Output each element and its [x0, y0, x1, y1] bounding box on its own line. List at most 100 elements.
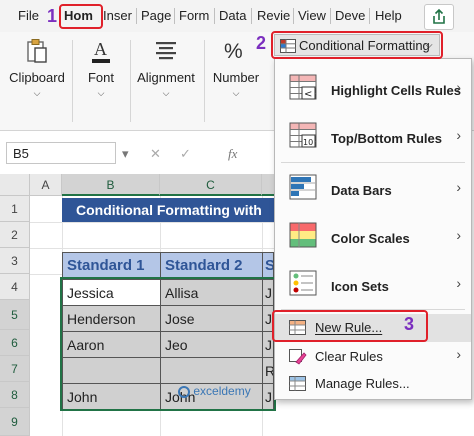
name-box-dropdown-icon[interactable]: ▾ [122, 146, 129, 162]
icon-sets-label: Icon Sets [331, 279, 389, 294]
column-header-c[interactable]: C [160, 174, 262, 196]
font-icon: A [92, 39, 110, 63]
group-separator [72, 40, 73, 122]
svg-text:10: 10 [303, 138, 313, 147]
highlight-conditional-formatting [271, 31, 443, 59]
tab-help[interactable]: Help [375, 6, 402, 26]
header-standard-1[interactable]: Standard 1 [62, 252, 161, 280]
color-scales-icon [289, 222, 317, 248]
tab-separator [136, 8, 137, 24]
clear-rules-icon [289, 349, 307, 365]
chevron-right-icon: › [456, 79, 461, 95]
exceldemy-watermark: exceldemy [178, 384, 251, 398]
step-badge-1: 1 [47, 6, 58, 26]
percent-icon: % [224, 40, 243, 63]
top-bottom-rules-label: Top/Bottom Rules [331, 131, 442, 146]
font-label: Font [87, 70, 114, 85]
row-header[interactable]: 2 [0, 222, 30, 248]
alignment-group[interactable]: Alignment ⌵ [132, 32, 200, 130]
menu-divider [281, 162, 465, 163]
tab-separator [214, 8, 215, 24]
tab-separator [293, 8, 294, 24]
data-bars-icon [289, 174, 317, 200]
icon-sets-icon [289, 270, 317, 296]
data-bars-label: Data Bars [331, 183, 392, 198]
confirm-icon[interactable]: ✓ [180, 146, 191, 162]
chevron-right-icon: › [456, 179, 461, 195]
row-header[interactable]: 7 [0, 356, 30, 382]
tab-data[interactable]: Data [219, 6, 246, 26]
clear-rules-label: Clear Rules [315, 349, 383, 364]
alignment-label: Alignment [137, 70, 195, 85]
chevron-down-icon: ⌵ [232, 88, 240, 98]
tab-page-layout[interactable]: Page [141, 6, 171, 26]
gridline [30, 222, 274, 223]
menu-item-icon-sets[interactable]: Icon Sets › [275, 263, 471, 307]
step-badge-2: 2 [256, 33, 267, 53]
column-header-a[interactable]: A [30, 174, 62, 196]
group-separator [204, 40, 205, 122]
chevron-down-icon: ⌵ [97, 88, 105, 98]
menu-item-top-bottom-rules[interactable]: 10 Top/Bottom Rules › [275, 115, 471, 159]
svg-text:A: A [94, 39, 107, 59]
tab-formulas[interactable]: Form [179, 6, 209, 26]
share-button[interactable] [424, 4, 454, 30]
row-header[interactable]: 5 [0, 300, 30, 330]
row-header[interactable]: 4 [0, 274, 30, 300]
chevron-down-icon: ⌵ [162, 88, 170, 98]
fx-icon[interactable]: fx [228, 146, 237, 162]
tab-developer[interactable]: Deve [335, 6, 365, 26]
tab-separator [251, 8, 252, 24]
column-header-b[interactable]: B [62, 174, 160, 196]
tab-file[interactable]: File [18, 6, 39, 26]
number-label: Number [212, 70, 260, 85]
header-standard-3[interactable]: S [262, 252, 274, 280]
tab-separator [330, 8, 331, 24]
name-box[interactable]: B5 [6, 142, 116, 164]
highlight-cells-icon: < [289, 74, 317, 100]
highlight-home-tab [59, 4, 103, 29]
font-group[interactable]: A Font ⌵ [76, 32, 126, 130]
select-all-corner[interactable] [0, 174, 30, 196]
manage-rules-icon [289, 376, 306, 391]
tab-insert[interactable]: Inser [103, 6, 132, 26]
sheet-title: Conditional Formatting with [62, 198, 302, 222]
chevron-right-icon: › [456, 346, 461, 362]
color-scales-label: Color Scales [331, 231, 410, 246]
chevron-down-icon: ⌵ [33, 88, 41, 98]
row-header[interactable]: 1 [0, 196, 30, 222]
tab-view[interactable]: View [298, 6, 326, 26]
cancel-icon[interactable]: ✕ [150, 146, 161, 162]
menu-item-highlight-cells-rules[interactable]: < Highlight Cells Rules › [275, 67, 471, 111]
menu-item-manage-rules[interactable]: Manage Rules... [275, 371, 471, 397]
clipboard-label: Clipboard [9, 70, 65, 85]
row-header[interactable]: 6 [0, 330, 30, 356]
conditional-formatting-menu: < Highlight Cells Rules › 10 Top/Bottom … [274, 58, 472, 400]
chevron-right-icon: › [456, 275, 461, 291]
chevron-right-icon: › [456, 127, 461, 143]
tab-review[interactable]: Revie [257, 6, 290, 26]
row-header[interactable]: 9 [0, 408, 30, 436]
row-header[interactable]: 8 [0, 382, 30, 408]
menu-item-color-scales[interactable]: Color Scales › [275, 215, 471, 259]
manage-rules-label: Manage Rules... [315, 376, 410, 391]
share-icon [433, 8, 445, 24]
header-standard-2[interactable]: Standard 2 [160, 252, 263, 280]
clipboard-group[interactable]: Clipboard ⌵ [4, 32, 70, 130]
gridline [30, 248, 274, 249]
tab-separator [369, 8, 370, 24]
menu-item-data-bars[interactable]: Data Bars › [275, 167, 471, 211]
tab-separator [174, 8, 175, 24]
svg-text:<: < [304, 89, 312, 100]
row-header[interactable]: 3 [0, 248, 30, 274]
chevron-right-icon: › [456, 227, 461, 243]
top-bottom-icon: 10 [289, 122, 317, 148]
watermark-logo-icon [178, 385, 190, 398]
watermark-text: exceldemy [193, 384, 251, 398]
group-separator [130, 40, 131, 122]
step-badge-3: 3 [404, 314, 415, 334]
highlight-cells-rules-label: Highlight Cells Rules [331, 83, 462, 98]
align-icon [156, 42, 176, 60]
menu-item-clear-rules[interactable]: Clear Rules › [275, 344, 471, 370]
clipboard-icon [27, 39, 47, 63]
